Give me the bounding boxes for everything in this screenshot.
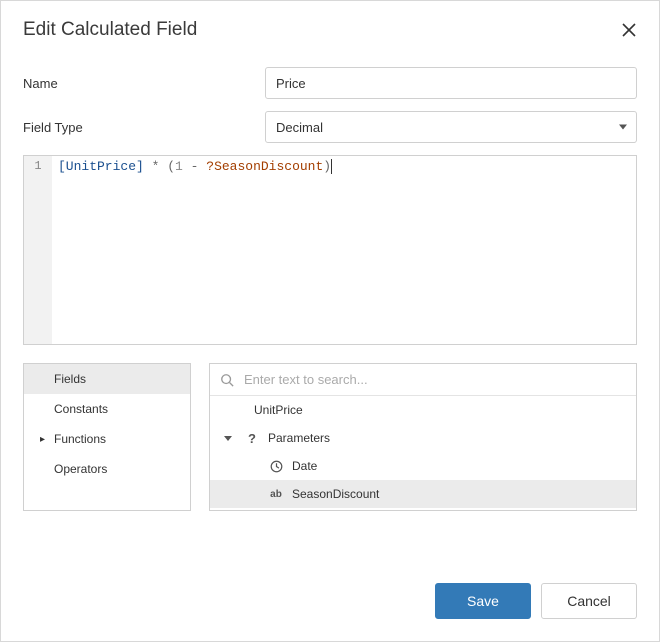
- clock-icon: [268, 460, 284, 473]
- field-tree: UnitPrice ? Parameters Date ab: [210, 396, 636, 510]
- token-rparen: ): [323, 159, 331, 174]
- field-type-select[interactable]: Decimal: [265, 111, 637, 143]
- tree-item-label: Parameters: [268, 431, 330, 445]
- tab-label: Functions: [54, 432, 106, 446]
- editor-content[interactable]: [UnitPrice] * (1 - ?SeasonDiscount): [52, 156, 636, 344]
- chevron-right-icon: ▸: [40, 434, 50, 445]
- token-times: *: [144, 159, 167, 174]
- chevron-down-icon: [224, 436, 232, 441]
- text-cursor: [331, 159, 332, 174]
- editor-gutter: 1: [24, 156, 52, 344]
- name-label: Name: [23, 76, 265, 91]
- dialog-body: Name Field Type Decimal 1 [UnitPrice] * …: [1, 53, 659, 563]
- line-number: 1: [24, 159, 52, 173]
- token-num: 1: [175, 159, 183, 174]
- token-lparen: (: [167, 159, 175, 174]
- close-icon: [622, 23, 636, 37]
- tree-group-parameters[interactable]: ? Parameters: [210, 424, 636, 452]
- tab-operators[interactable]: ▸Operators: [24, 454, 190, 484]
- name-input[interactable]: [265, 67, 637, 99]
- tab-label: Constants: [54, 402, 108, 416]
- tree-item-date[interactable]: Date: [210, 452, 636, 480]
- tab-label: Operators: [54, 462, 107, 476]
- token-field: [UnitPrice]: [58, 159, 144, 174]
- text-type-icon: ab: [268, 489, 284, 500]
- tree-item-label: UnitPrice: [254, 403, 303, 417]
- chevron-down-icon: [619, 125, 627, 130]
- search-input[interactable]: [244, 372, 626, 387]
- dialog-header: Edit Calculated Field: [1, 1, 659, 53]
- dialog-footer: Save Cancel: [1, 563, 659, 641]
- name-row: Name: [23, 67, 637, 99]
- save-button[interactable]: Save: [435, 583, 531, 619]
- category-tabs: ▸Fields ▸Constants ▸ Functions ▸Operators: [23, 363, 191, 511]
- search-row: [210, 364, 636, 396]
- field-type-row: Field Type Decimal: [23, 111, 637, 143]
- tab-functions[interactable]: ▸ Functions: [24, 424, 190, 454]
- field-type-value: Decimal: [265, 111, 637, 143]
- tree-item-seasondiscount[interactable]: ab SeasonDiscount: [210, 480, 636, 508]
- cancel-button[interactable]: Cancel: [541, 583, 637, 619]
- tab-constants[interactable]: ▸Constants: [24, 394, 190, 424]
- tab-label: Fields: [54, 372, 86, 386]
- question-icon: ?: [244, 431, 260, 446]
- dialog-title: Edit Calculated Field: [23, 19, 197, 41]
- close-button[interactable]: [619, 20, 639, 40]
- field-type-label: Field Type: [23, 120, 265, 135]
- search-icon: [220, 373, 234, 387]
- tree-item-label: Date: [292, 459, 317, 473]
- tree-item-unitprice[interactable]: UnitPrice: [210, 396, 636, 424]
- lower-panels: ▸Fields ▸Constants ▸ Functions ▸Operators…: [23, 363, 637, 511]
- field-browser: UnitPrice ? Parameters Date ab: [209, 363, 637, 511]
- tree-item-label: SeasonDiscount: [292, 487, 379, 501]
- token-param: ?SeasonDiscount: [206, 159, 323, 174]
- token-minus: -: [183, 159, 206, 174]
- edit-calculated-field-dialog: Edit Calculated Field Name Field Type De…: [0, 0, 660, 642]
- expression-editor[interactable]: 1 [UnitPrice] * (1 - ?SeasonDiscount): [23, 155, 637, 345]
- tab-fields[interactable]: ▸Fields: [24, 364, 190, 394]
